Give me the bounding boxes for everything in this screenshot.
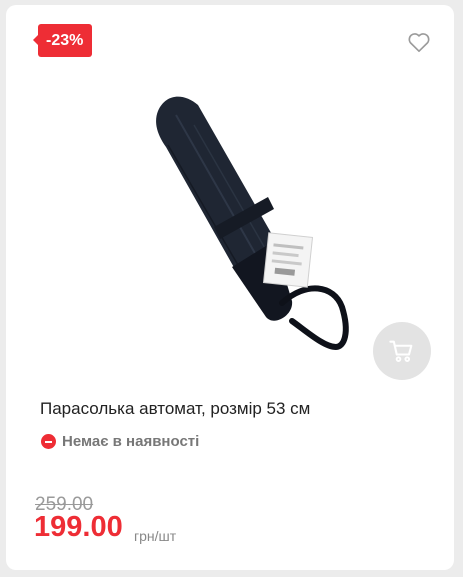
favorite-button[interactable] [406, 29, 432, 55]
umbrella-image [156, 96, 349, 351]
product-image[interactable] [106, 85, 386, 375]
price-unit: грн/шт [134, 528, 177, 544]
product-title[interactable]: Парасолька автомат, розмір 53 см [40, 399, 310, 419]
shopping-cart-icon [389, 340, 413, 362]
stock-status-label: Немає в наявності [62, 433, 200, 450]
discount-badge: -23% [32, 24, 93, 57]
add-to-cart-button[interactable] [373, 322, 431, 380]
product-card[interactable]: -23% Парасолька автомат, розмір 53 см Не… [6, 5, 454, 570]
current-price: 199.00 [34, 511, 123, 543]
minus-circle-icon [41, 434, 56, 449]
heart-outline-icon [408, 33, 430, 53]
stock-status: Немає в наявності [41, 433, 199, 450]
